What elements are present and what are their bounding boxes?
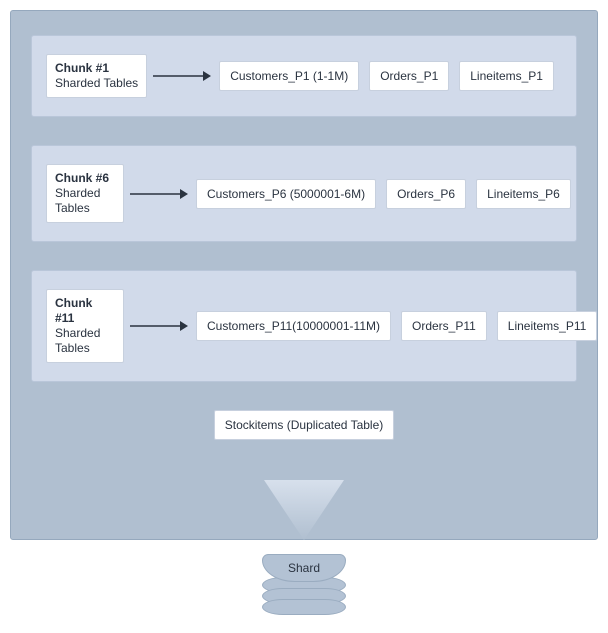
duplicated-table-row: Stockitems (Duplicated Table) bbox=[31, 410, 577, 440]
table-customers: Customers_P11(10000001-11M) bbox=[196, 311, 391, 341]
chunk-label: Chunk #1 Sharded Tables bbox=[46, 54, 147, 98]
duplicated-table: Stockitems (Duplicated Table) bbox=[214, 410, 395, 440]
table-lineitems: Lineitems_P1 bbox=[459, 61, 554, 91]
chunk-subtitle: Sharded Tables bbox=[55, 326, 115, 356]
table-customers: Customers_P1 (1-1M) bbox=[219, 61, 359, 91]
shard-db: Shard bbox=[10, 540, 598, 623]
chunk-tables: Customers_P1 (1-1M) Orders_P1 Lineitems_… bbox=[219, 61, 562, 91]
pointer-to-shard bbox=[31, 480, 577, 540]
arrow-right-icon bbox=[130, 188, 188, 200]
chunk-subtitle: Sharded Tables bbox=[55, 186, 115, 216]
table-orders: Orders_P6 bbox=[386, 179, 466, 209]
table-orders: Orders_P11 bbox=[401, 311, 487, 341]
table-customers: Customers_P6 (5000001-6M) bbox=[196, 179, 376, 209]
chunk-title: Chunk #6 bbox=[55, 171, 115, 186]
chunk-row-1: Chunk #1 Sharded Tables Customers_P1 (1-… bbox=[31, 35, 577, 117]
arrow-right-icon bbox=[130, 320, 188, 332]
shard-container: Chunk #1 Sharded Tables Customers_P1 (1-… bbox=[10, 10, 598, 540]
disk-layer bbox=[262, 599, 346, 615]
arrow-right-icon bbox=[153, 70, 211, 82]
chunk-row-6: Chunk #6 Sharded Tables Customers_P6 (50… bbox=[31, 145, 577, 242]
chunk-label: Chunk #11 Sharded Tables bbox=[46, 289, 124, 363]
chunk-tables: Customers_P11(10000001-11M) Orders_P11 L… bbox=[196, 311, 597, 341]
table-lineitems: Lineitems_P6 bbox=[476, 179, 571, 209]
chunk-row-11: Chunk #11 Sharded Tables Customers_P11(1… bbox=[31, 270, 577, 382]
chunk-tables: Customers_P6 (5000001-6M) Orders_P6 Line… bbox=[196, 179, 571, 209]
pointer-triangle-icon bbox=[244, 480, 364, 540]
chunk-label: Chunk #6 Sharded Tables bbox=[46, 164, 124, 223]
chunk-title: Chunk #1 bbox=[55, 61, 138, 76]
table-lineitems: Lineitems_P11 bbox=[497, 311, 598, 341]
table-orders: Orders_P1 bbox=[369, 61, 449, 91]
chunk-subtitle: Sharded Tables bbox=[55, 76, 138, 91]
chunk-title: Chunk #11 bbox=[55, 296, 115, 326]
